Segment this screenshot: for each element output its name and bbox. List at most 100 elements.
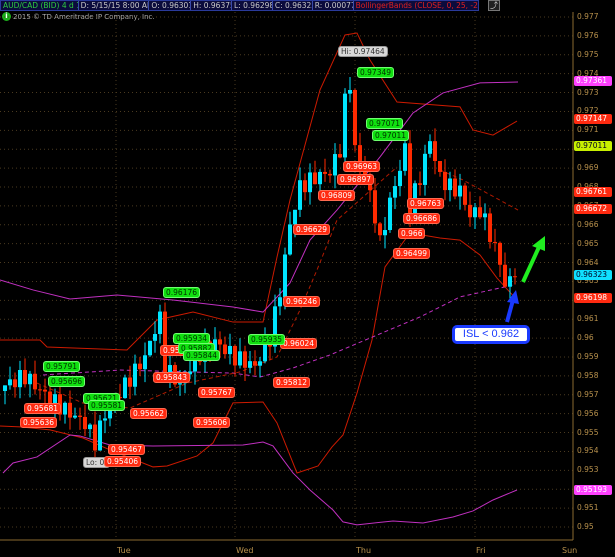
price-tick-label: 0.966 [577,219,599,229]
green-price-label: 0.97011 [372,130,410,141]
red-price-label: 0.96629 [293,224,331,235]
upper-band-line [0,32,518,351]
candle-body [398,170,402,187]
candle-body [23,370,27,385]
price-tick-label: 0.953 [577,465,599,475]
candle-body [243,351,247,368]
candle-body [478,207,482,218]
candle-body [13,379,17,388]
green-price-label: 0.95581 [88,400,126,411]
axis-price-tag: 0.96672 [574,204,612,214]
price-tick-label: 0.951 [577,503,599,513]
red-price-label: 0.96024 [280,338,318,349]
green-price-label: 0.95696 [48,376,86,387]
candle-body [298,180,302,210]
candle-body [18,370,22,388]
candle-body [428,141,432,154]
candle-body [123,377,127,399]
candle-body [98,420,102,451]
candle-body [143,355,147,370]
candle-body [333,154,337,176]
price-tick-label: 0.957 [577,389,599,399]
candle-body [218,339,222,345]
red-price-label: 0.95467 [108,444,146,455]
candle-body [508,276,512,287]
day-tick-label: Thu [356,546,372,555]
green-price-label: 0.95935 [248,334,286,345]
price-tick-label: 0.971 [577,125,599,135]
candle-body [38,389,42,391]
candle-body [233,345,237,366]
upper-envelope-line [0,81,519,313]
chart-window: AUD/CAD (BID) 4 d 1h D: 5/15/15 8:00 AM … [0,0,615,557]
candle-body [178,383,182,385]
red-price-label: 0.95636 [20,417,58,428]
arrow-shaft [521,246,541,283]
axis-price-tag: 0.96323 [574,270,612,280]
candle-body [33,373,37,390]
day-tick-label: Fri [476,546,486,555]
green-price-label: 0.97071 [366,118,404,129]
red-price-label: 0.96809 [318,190,356,201]
price-tick-label: 0.977 [577,12,599,21]
candle-body [138,363,142,370]
candle-body [158,311,162,335]
candle-body [308,172,312,193]
red-price-label: 0.96246 [283,296,321,307]
red-price-label: 0.95662 [130,408,168,419]
candle-body [493,241,497,243]
candle-body [383,230,387,236]
candle-body [488,213,492,242]
candle-body [278,297,282,307]
candle-body [418,183,422,185]
day-tick-label: Tue [117,546,131,555]
candle-body [463,185,467,205]
price-tick-label: 0.969 [577,163,599,173]
candle-body [483,213,487,218]
candle-body [93,424,97,451]
price-tick-label: 0.95 [577,522,594,531]
day-tick-label: Sun [562,546,578,555]
candle-body [163,311,167,375]
candle-body [348,90,352,94]
candle-body [128,377,132,387]
candle-body [458,185,462,197]
candle-body [448,178,452,191]
price-tick-label: 0.956 [577,408,599,418]
arrow-shaft [505,299,515,323]
candle-body [68,402,72,418]
price-tick-label: 0.973 [577,87,599,97]
price-tick-label: 0.961 [577,314,599,324]
red-price-label: 0.95681 [24,403,62,414]
candle-body [28,373,32,385]
candle-body [393,186,397,198]
candle-body [323,171,327,174]
candle-body [443,171,447,191]
red-price-label: 0.96763 [407,198,445,209]
green-price-label: 0.96176 [163,287,201,298]
candle-body [3,385,7,392]
red-price-label: 0.96686 [403,213,441,224]
candle-body [373,190,377,224]
candle-body [388,197,392,231]
red-price-label: 0.95843 [153,372,191,383]
candle-body [253,361,257,366]
price-chart[interactable] [0,0,615,557]
candle-body [473,207,477,218]
price-tick-label: 0.964 [577,257,599,267]
candle-body [88,424,92,430]
candle-body [353,90,357,146]
isl-callout: ISL < 0.962 [452,325,530,344]
price-tick-label: 0.954 [577,446,599,456]
candle-body [403,143,407,171]
price-tick-label: 0.958 [577,370,599,380]
candle-body [378,223,382,236]
arrow-head [507,290,519,304]
candle-body [283,254,287,298]
red-price-label: 0.95812 [273,377,311,388]
candle-body [318,171,322,185]
candle-body [238,351,242,366]
candle-body [498,242,502,265]
candle-body [328,173,332,176]
green-price-label: 0.95791 [43,361,81,372]
